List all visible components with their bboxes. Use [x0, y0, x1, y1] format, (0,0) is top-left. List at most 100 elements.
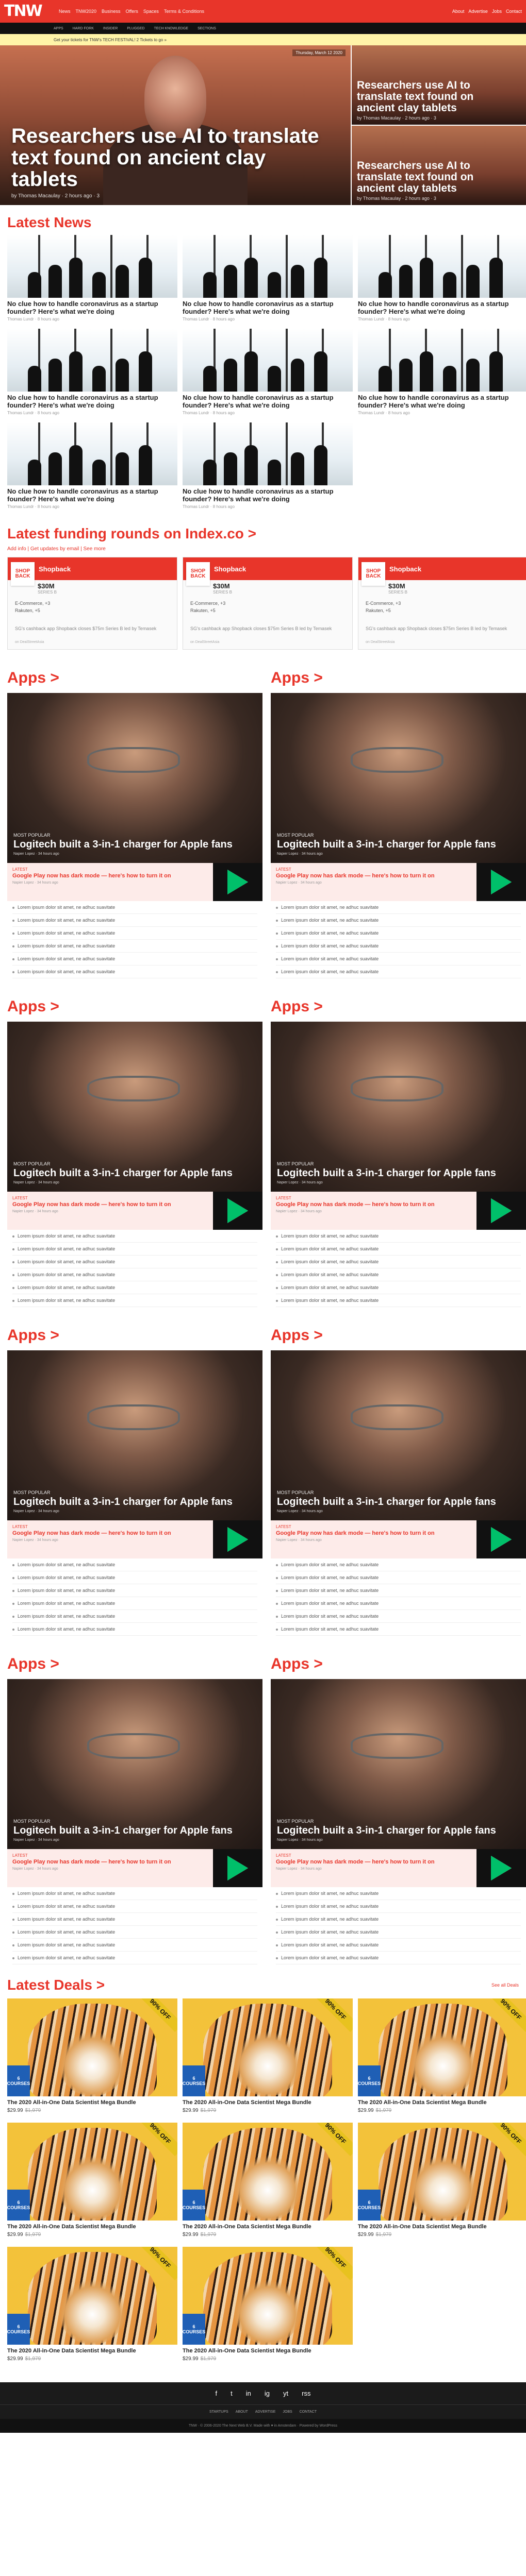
apps-featured-article[interactable]: Most popular Logitech built a 3-in-1 char…: [271, 1022, 526, 1192]
list-item[interactable]: Lorem ipsum dolor sit amet, ne adhuc sua…: [12, 1913, 257, 1926]
apps-latest-article[interactable]: Latest Google Play now has dark mode — he…: [271, 1849, 526, 1887]
apps-featured-article[interactable]: Most popular Logitech built a 3-in-1 char…: [7, 693, 262, 863]
funding-links[interactable]: Add info | Get updates by email | See mo…: [0, 546, 526, 557]
nav-item[interactable]: About: [452, 9, 465, 14]
list-item[interactable]: Lorem ipsum dolor sit amet, ne adhuc sua…: [12, 1268, 257, 1281]
apps-heading[interactable]: Apps >: [271, 1642, 526, 1679]
news-title[interactable]: No clue how to handle coronavirus as a s…: [358, 394, 526, 409]
deal-card[interactable]: 90% OFF 6 COURSES The 2020 All-in-One Data…: [183, 2247, 353, 2362]
deal-title[interactable]: The 2020 All-in-One Data Scientist Mega …: [358, 2224, 526, 2230]
footer-link[interactable]: STARTUPS: [209, 2410, 228, 2414]
apps-featured-article[interactable]: Most popular Logitech built a 3-in-1 char…: [271, 693, 526, 863]
list-item[interactable]: Lorem ipsum dolor sit amet, ne adhuc sua…: [12, 1584, 257, 1597]
list-item[interactable]: Lorem ipsum dolor sit amet, ne adhuc sua…: [12, 927, 257, 940]
deal-card[interactable]: 90% OFF 6 COURSES The 2020 All-in-One Data…: [183, 1998, 353, 2113]
apps-heading[interactable]: Apps >: [7, 656, 262, 693]
deal-title[interactable]: The 2020 All-in-One Data Scientist Mega …: [7, 2099, 177, 2106]
deal-title[interactable]: The 2020 All-in-One Data Scientist Mega …: [358, 2099, 526, 2106]
list-item[interactable]: Lorem ipsum dolor sit amet, ne adhuc sua…: [276, 901, 521, 914]
deal-card[interactable]: 90% OFF 6 COURSES The 2020 All-in-One Data…: [358, 1998, 526, 2113]
footer-link[interactable]: ADVERTISE: [255, 2410, 276, 2414]
deal-title[interactable]: The 2020 All-in-One Data Scientist Mega …: [183, 2224, 353, 2230]
list-item[interactable]: Lorem ipsum dolor sit amet, ne adhuc sua…: [276, 953, 521, 965]
funding-card[interactable]: SHOP BACK Shopback $30M SERIES B E-Commerce,…: [358, 557, 526, 650]
news-title[interactable]: No clue how to handle coronavirus as a s…: [183, 487, 353, 503]
hero-main-article[interactable]: Thursday, March 12 2020 Researchers use …: [0, 45, 351, 205]
youtube-icon[interactable]: yt: [283, 2389, 288, 2397]
apps-featured-article[interactable]: Most popular Logitech built a 3-in-1 char…: [271, 1679, 526, 1849]
list-item[interactable]: Lorem ipsum dolor sit amet, ne adhuc sua…: [12, 965, 257, 978]
deal-card[interactable]: 90% OFF 6 COURSES The 2020 All-in-One Data…: [7, 2247, 177, 2362]
latest-article-title[interactable]: Google Play now has dark mode — here's h…: [276, 1201, 471, 1208]
news-title[interactable]: No clue how to handle coronavirus as a s…: [358, 300, 526, 315]
news-card[interactable]: No clue how to handle coronavirus as a s…: [7, 329, 177, 415]
news-card[interactable]: No clue how to handle coronavirus as a s…: [183, 235, 353, 321]
latest-article-title[interactable]: Google Play now has dark mode — here's h…: [276, 1530, 471, 1537]
see-all-deals-link[interactable]: See all Deals: [491, 1982, 519, 1988]
list-item[interactable]: Lorem ipsum dolor sit amet, ne adhuc sua…: [276, 1294, 521, 1307]
company-name[interactable]: Shopback: [389, 565, 421, 573]
apps-article-title[interactable]: Logitech built a 3-in-1 charger for Appl…: [13, 839, 233, 851]
apps-latest-article[interactable]: Latest Google Play now has dark mode — he…: [7, 1520, 262, 1558]
list-item[interactable]: Lorem ipsum dolor sit amet, ne adhuc sua…: [276, 1597, 521, 1610]
list-item[interactable]: Lorem ipsum dolor sit amet, ne adhuc sua…: [12, 1256, 257, 1268]
apps-latest-article[interactable]: Latest Google Play now has dark mode — he…: [271, 1520, 526, 1558]
company-name[interactable]: Shopback: [214, 565, 246, 573]
latest-article-title[interactable]: Google Play now has dark mode — here's h…: [12, 1201, 208, 1208]
apps-featured-article[interactable]: Most popular Logitech built a 3-in-1 char…: [7, 1679, 262, 1849]
deal-title[interactable]: The 2020 All-in-One Data Scientist Mega …: [183, 2099, 353, 2106]
list-item[interactable]: Lorem ipsum dolor sit amet, ne adhuc sua…: [276, 1571, 521, 1584]
list-item[interactable]: Lorem ipsum dolor sit amet, ne adhuc sua…: [12, 953, 257, 965]
list-item[interactable]: Lorem ipsum dolor sit amet, ne adhuc sua…: [12, 1623, 257, 1636]
footer-link[interactable]: CONTACT: [300, 2410, 317, 2414]
news-title[interactable]: No clue how to handle coronavirus as a s…: [7, 300, 177, 315]
subnav-item[interactable]: Hard Fork: [73, 27, 94, 30]
apps-article-title[interactable]: Logitech built a 3-in-1 charger for Appl…: [13, 1825, 233, 1837]
list-item[interactable]: Lorem ipsum dolor sit amet, ne adhuc sua…: [276, 1230, 521, 1243]
latest-article-title[interactable]: Google Play now has dark mode — here's h…: [12, 873, 208, 879]
nav-item[interactable]: TNW2020: [76, 9, 97, 14]
funding-heading[interactable]: Latest funding rounds on Index.co >: [0, 516, 526, 546]
apps-heading[interactable]: Apps >: [271, 656, 526, 693]
list-item[interactable]: Lorem ipsum dolor sit amet, ne adhuc sua…: [276, 1939, 521, 1952]
footer-link[interactable]: ABOUT: [236, 2410, 248, 2414]
list-item[interactable]: Lorem ipsum dolor sit amet, ne adhuc sua…: [276, 1926, 521, 1939]
apps-latest-article[interactable]: Latest Google Play now has dark mode — he…: [271, 863, 526, 901]
side-article-title[interactable]: Researchers use AI to translate text fou…: [357, 80, 512, 114]
list-item[interactable]: Lorem ipsum dolor sit amet, ne adhuc sua…: [276, 1610, 521, 1623]
list-item[interactable]: Lorem ipsum dolor sit amet, ne adhuc sua…: [12, 901, 257, 914]
list-item[interactable]: Lorem ipsum dolor sit amet, ne adhuc sua…: [276, 1243, 521, 1256]
list-item[interactable]: Lorem ipsum dolor sit amet, ne adhuc sua…: [12, 1610, 257, 1623]
apps-article-title[interactable]: Logitech built a 3-in-1 charger for Appl…: [13, 1496, 233, 1508]
tnw-logo[interactable]: TNW: [4, 0, 54, 23]
subnav-item[interactable]: Tech Knowledge: [154, 27, 189, 30]
apps-article-title[interactable]: Logitech built a 3-in-1 charger for Appl…: [277, 1496, 496, 1508]
deal-card[interactable]: 90% OFF 6 COURSES The 2020 All-in-One Data…: [7, 2123, 177, 2238]
apps-featured-article[interactable]: Most popular Logitech built a 3-in-1 char…: [271, 1350, 526, 1520]
list-item[interactable]: Lorem ipsum dolor sit amet, ne adhuc sua…: [276, 1281, 521, 1294]
apps-heading[interactable]: Apps >: [7, 985, 262, 1022]
list-item[interactable]: Lorem ipsum dolor sit amet, ne adhuc sua…: [12, 1939, 257, 1952]
apps-article-title[interactable]: Logitech built a 3-in-1 charger for Appl…: [277, 1825, 496, 1837]
facebook-icon[interactable]: f: [216, 2389, 218, 2397]
deal-card[interactable]: 90% OFF 6 COURSES The 2020 All-in-One Data…: [7, 1998, 177, 2113]
deal-title[interactable]: The 2020 All-in-One Data Scientist Mega …: [7, 2224, 177, 2230]
nav-item[interactable]: Terms & Conditions: [164, 9, 204, 14]
apps-article-title[interactable]: Logitech built a 3-in-1 charger for Appl…: [277, 839, 496, 851]
latest-news-heading[interactable]: Latest News: [0, 205, 526, 235]
rss-icon[interactable]: rss: [302, 2389, 310, 2397]
list-item[interactable]: Lorem ipsum dolor sit amet, ne adhuc sua…: [12, 1926, 257, 1939]
apps-latest-article[interactable]: Latest Google Play now has dark mode — he…: [271, 1192, 526, 1230]
subnav-item[interactable]: Apps: [54, 27, 63, 30]
instagram-icon[interactable]: ig: [265, 2389, 270, 2397]
news-card[interactable]: No clue how to handle coronavirus as a s…: [7, 422, 177, 509]
list-item[interactable]: Lorem ipsum dolor sit amet, ne adhuc sua…: [276, 1952, 521, 1964]
hero-title[interactable]: Researchers use AI to translate text fou…: [11, 125, 321, 190]
apps-heading[interactable]: Apps >: [271, 1313, 526, 1350]
news-card[interactable]: No clue how to handle coronavirus as a s…: [183, 422, 353, 509]
nav-item[interactable]: Offers: [126, 9, 138, 14]
subnav-item[interactable]: Insider: [103, 27, 118, 30]
list-item[interactable]: Lorem ipsum dolor sit amet, ne adhuc sua…: [12, 1294, 257, 1307]
linkedin-icon[interactable]: in: [246, 2389, 251, 2397]
list-item[interactable]: Lorem ipsum dolor sit amet, ne adhuc sua…: [276, 914, 521, 927]
